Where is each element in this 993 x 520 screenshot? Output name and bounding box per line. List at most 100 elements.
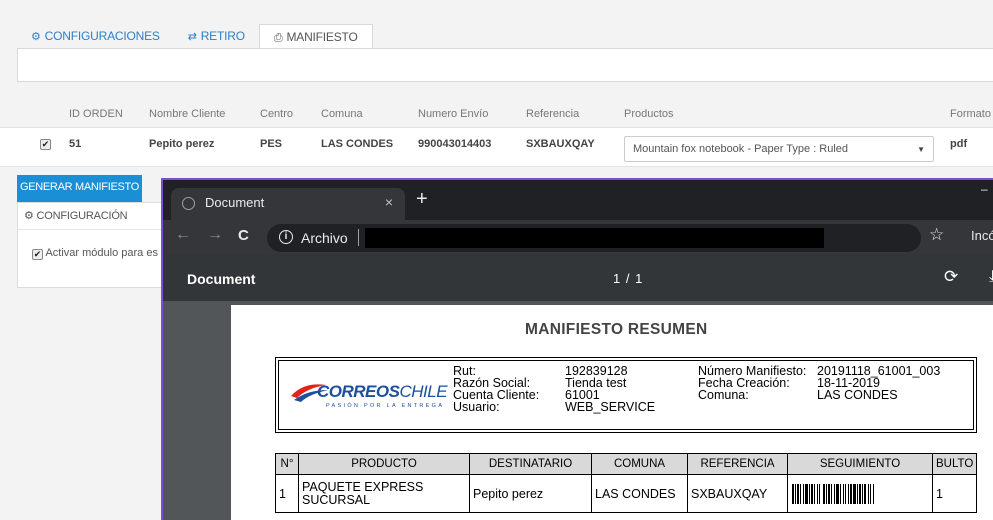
barcode-bar (873, 483, 874, 504)
barcode-bar (800, 483, 801, 504)
barcode-bar (814, 483, 815, 504)
barcode-bar (840, 483, 841, 504)
redacted-url (365, 228, 824, 248)
logo-tagline: PASIÓN POR LA ENTREGA (326, 403, 445, 409)
info-icon[interactable]: i (279, 230, 293, 244)
barcode-bar (850, 483, 852, 504)
browser-toolbar: ← → C i Archivo ☆ Incó (163, 220, 993, 256)
cell-comuna: LAS CONDES (321, 138, 394, 150)
tab-panel (17, 48, 993, 82)
table-row: 1 PAQUETE EXPRESS SUCURSAL Pepito perez … (275, 474, 978, 513)
row-checkbox[interactable]: ✔ (40, 139, 51, 150)
header-labels-2: Número Manifiesto: Fecha Creación: Comun… (698, 364, 807, 402)
header-values-1: 192839128 Tienda test 61001 WEB_SERVICE (565, 364, 656, 414)
barcode-bar (803, 483, 804, 504)
pdf-page-indicator: 1 / 1 (613, 271, 644, 286)
col-seguimiento: SEGUIMIENTO (787, 453, 933, 475)
productos-select[interactable]: Mountain fox notebook - Paper Type : Rul… (624, 136, 934, 162)
minimize-icon[interactable]: – (981, 182, 991, 198)
divider (18, 229, 168, 230)
barcode-bar (864, 483, 866, 504)
header-numero-envio: Numero Envío (418, 108, 489, 120)
barcode-bar (823, 483, 825, 504)
barcode-bar (811, 483, 813, 504)
header-nombre-cliente: Nombre Cliente (149, 108, 226, 120)
barcode-bar (834, 483, 835, 504)
correos-chile-logo: CORREOSCHILE PASIÓN POR LA ENTREGA (290, 379, 450, 413)
module-tabs: ⚙ CONFIGURACIONES ⇄ RETIRO ⎙ MANIFIESTO (17, 24, 373, 49)
cogs-icon: ⚙ (31, 31, 41, 43)
tab-manifiesto[interactable]: ⎙ MANIFIESTO (258, 24, 373, 49)
header-comuna: Comuna (321, 108, 363, 120)
reload-icon[interactable]: C (238, 227, 249, 244)
barcode-bar (862, 483, 863, 504)
url-scheme-label: Archivo (301, 230, 348, 246)
generate-manifest-button[interactable]: GENERAR MANIFIESTO (17, 175, 142, 202)
cell-centro: PES (260, 138, 283, 150)
barcode-bar (843, 483, 844, 504)
header-productos: Productos (624, 108, 674, 120)
manifest-items-table: N° PRODUCTO DESTINATARIO COMUNA REFERENC… (275, 453, 978, 513)
print-icon: ⎙ (273, 32, 283, 44)
browser-tab-title: Document (205, 195, 265, 210)
logo-text: CORREOSCHILE (317, 382, 448, 401)
activate-module-checkbox[interactable]: ✔ Activar módulo para es (32, 247, 158, 260)
header-id-orden: ID ORDEN (69, 108, 123, 120)
col-comuna: COMUNA (591, 453, 688, 475)
barcode-bar (809, 483, 810, 504)
star-icon[interactable]: ☆ (929, 225, 944, 245)
globe-icon (182, 197, 195, 210)
barcode-bar (870, 483, 871, 504)
barcode-bar (859, 483, 861, 504)
barcode-bar (805, 483, 808, 504)
col-n: N° (275, 453, 299, 475)
document-title: MANIFIESTO RESUMEN (525, 321, 708, 338)
barcode-bar (819, 483, 820, 504)
config-panel: ⚙ CONFIGURACIÓN ✔ Activar módulo para es (17, 202, 168, 288)
barcode-bar (836, 483, 839, 504)
col-producto: PRODUCTO (298, 453, 470, 475)
rotate-icon[interactable]: ⟳ (944, 267, 958, 287)
item-producto: PAQUETE EXPRESS SUCURSAL (298, 474, 470, 513)
item-referencia: SXBAUXQAY (687, 474, 788, 513)
browser-titlebar: Document × + – (163, 180, 993, 220)
cogs-icon: ⚙ (24, 210, 34, 222)
barcode-bar (868, 483, 869, 504)
forward-arrow-icon[interactable]: → (207, 226, 223, 244)
pdf-viewport[interactable]: MANIFIESTO RESUMEN CORREOSCHILE PASIÓN P… (163, 301, 993, 520)
barcode-bar (792, 483, 794, 504)
cell-formato: pdf (950, 138, 968, 150)
header-values-2: 20191118_61001_003 18-11-2019 LAS CONDES (817, 364, 941, 402)
item-bulto: 1 (931, 474, 978, 513)
pdf-toolbar: Document 1 / 1 ⟳ ⤓ (163, 256, 993, 301)
pdf-title: Document (187, 271, 256, 287)
caret-down-icon: ▼ (917, 145, 925, 154)
header-centro: Centro (260, 108, 294, 120)
browser-tab[interactable]: Document × (171, 188, 405, 220)
download-icon[interactable]: ⤓ (989, 268, 993, 286)
exchange-icon: ⇄ (187, 31, 197, 43)
divider (358, 229, 359, 246)
new-tab-button[interactable]: + (416, 188, 428, 211)
cell-numero-envio: 990043014403 (418, 138, 492, 150)
item-destinatario: Pepito perez (469, 474, 592, 513)
barcode-bar (848, 483, 849, 504)
back-arrow-icon[interactable]: ← (175, 226, 191, 244)
tab-configuraciones[interactable]: ⚙ CONFIGURACIONES (17, 24, 174, 49)
col-destinatario: DESTINATARIO (469, 453, 592, 475)
header-formato: Formato (950, 108, 991, 120)
barcode-bar (817, 483, 818, 504)
item-n: 1 (275, 474, 299, 513)
barcode-bar (828, 483, 830, 504)
barcode-icon (792, 483, 874, 504)
barcode-bar (853, 483, 856, 504)
close-icon[interactable]: × (385, 194, 393, 210)
config-panel-title: ⚙ CONFIGURACIÓN (24, 210, 128, 222)
checkbox-checked-icon: ✔ (32, 249, 43, 260)
barcode-bar (857, 483, 858, 504)
address-bar[interactable]: i Archivo (267, 224, 921, 252)
cell-id-orden: 51 (69, 138, 82, 150)
incognito-label[interactable]: Incó (971, 228, 993, 243)
browser-window: Document × + – ← → C i Archivo ☆ Incó Do… (161, 178, 993, 520)
tab-retiro[interactable]: ⇄ RETIRO (174, 24, 259, 49)
